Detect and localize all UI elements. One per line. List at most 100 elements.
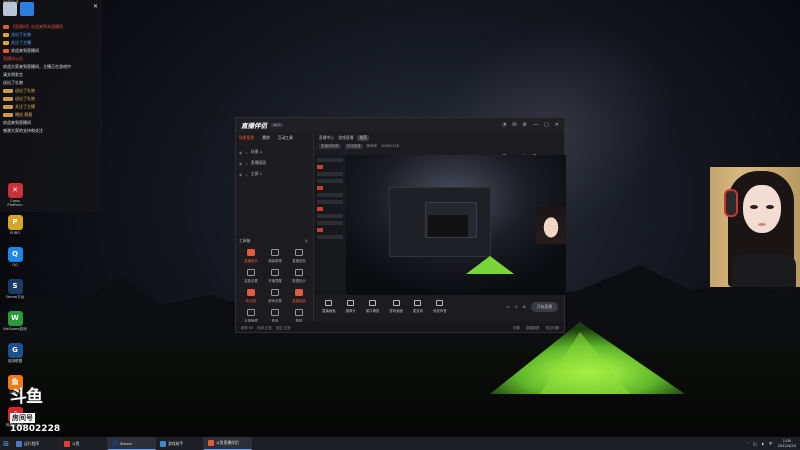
tool-label: 直播抽奖 (292, 299, 306, 303)
maximize-icon[interactable]: ▢ (544, 122, 549, 128)
footer-link[interactable]: 设置 (513, 325, 520, 330)
desktop-shortcut-label: Cross Platform (7, 199, 23, 207)
headphones (724, 189, 738, 217)
toolbox-settings-icon[interactable]: ◎ (305, 238, 308, 243)
chat-message-text: 送出了礼物 (3, 80, 23, 85)
tool-icon (271, 309, 279, 316)
desktop-shortcut[interactable]: W WeGame游戏 (2, 311, 28, 332)
taskbar-item[interactable]: Steam (108, 437, 156, 450)
desktop-shortcut[interactable]: G 英雄联盟 (2, 343, 28, 364)
user-level-badge (3, 89, 13, 93)
close-icon[interactable]: ✕ (555, 122, 559, 128)
gear-icon[interactable]: ⚙ (523, 305, 526, 309)
desktop-shortcut[interactable]: S Steam平台 (2, 279, 28, 300)
user-level-badge (3, 105, 13, 109)
tool-camera[interactable]: 摄像头 (346, 300, 356, 313)
settings-icon[interactable]: ⚙ (523, 122, 527, 128)
lock-icon[interactable]: ▫ (245, 161, 248, 166)
tool-item[interactable]: 开播提醒 (263, 269, 287, 283)
tool-item[interactable]: 直播回放 (287, 249, 311, 263)
tool-window-icon (369, 300, 377, 306)
ime-icon[interactable]: 中 (769, 441, 773, 447)
live-preview-canvas[interactable] (314, 155, 566, 295)
chat-message-text: 送出了礼物 (15, 88, 35, 93)
taskbar: ⊞ 运行程序 斗鱼 Steam 游戏助手 斗鱼直播伴侣 ˄ ◫ ◖ 中 1:08 202… (0, 437, 800, 450)
room-info-item[interactable]: 游戏直播 (344, 144, 363, 149)
record-icon[interactable]: ◎ (515, 305, 518, 309)
network-icon[interactable]: ◫ (753, 441, 757, 446)
webcam-overlay (710, 167, 800, 287)
camera-icon[interactable]: ▭ (507, 305, 510, 309)
scene-item[interactable]: ◉ ▫ 直播画面 (239, 160, 310, 166)
taskbar-item[interactable]: 斗鱼直播伴侣 (204, 437, 252, 450)
volume-icon[interactable]: ◖ (762, 441, 764, 446)
tool-item[interactable]: 数据统计 (287, 269, 311, 283)
chat-message-text: 送出了礼物 (15, 96, 35, 101)
chat-message-text: 赠送 稳稳 (15, 112, 33, 117)
tool-label: 粉丝团 (245, 299, 257, 303)
preview-nested-preview (428, 215, 468, 237)
tab-0[interactable]: 场景管理 (239, 135, 254, 141)
chat-message-text: 感谢大家的支持和关注 (3, 128, 43, 133)
windows-start-icon[interactable]: ⊞ (0, 440, 12, 448)
chat-message: 送出了礼物 (3, 80, 99, 86)
desktop-shortcut[interactable]: Q QQ (2, 247, 28, 267)
pubg-icon: P (7, 215, 23, 230)
status-footer: 帧率 60 码率 正常 延迟 正常 设置 直播数据 常见问题 (236, 322, 564, 332)
tool-item[interactable]: 帮助 (287, 309, 311, 323)
tool-screen[interactable]: 直播画面 (322, 300, 336, 313)
tool-item[interactable]: 粉丝团 (239, 289, 263, 303)
user-level-badge (3, 49, 9, 53)
eye-icon[interactable]: ◉ (239, 161, 242, 166)
version-badge[interactable]: 6.0 (271, 123, 283, 127)
live-tab-2[interactable]: 推荐 (357, 135, 369, 141)
tool-item[interactable]: 直播助手 (239, 249, 263, 263)
footer-link[interactable]: 常见问题 (545, 325, 559, 330)
minimize-icon[interactable]: — (533, 122, 538, 128)
eye-icon[interactable]: ◉ (239, 172, 242, 177)
wegame-icon: W (7, 311, 23, 326)
tool-item[interactable]: 更多 (263, 309, 287, 323)
taskbar-item-label: Steam (120, 440, 133, 446)
scene-item[interactable]: ◉ ▫ 场景 1 (239, 149, 310, 155)
tool-icon (295, 269, 303, 276)
tool-item[interactable]: 弹幕管理 (263, 249, 287, 263)
tool-mic-icon (414, 300, 422, 306)
scene-item[interactable]: ◉ ▫ 主屏 1 (239, 171, 310, 177)
tab-1[interactable]: 素材 (262, 135, 270, 141)
lock-icon[interactable]: ▫ (245, 150, 248, 155)
scene-label: 场景 1 (250, 149, 263, 154)
tool-window[interactable]: 窗口捕捉 (366, 300, 379, 313)
tool-mic[interactable]: 麦克风 (413, 300, 423, 313)
chevron-up-icon[interactable]: ˄ (746, 441, 748, 446)
tool-item[interactable]: 直播抽奖 (287, 289, 311, 303)
start-live-button[interactable]: 开始直播 (530, 301, 558, 312)
tool-icon (295, 289, 303, 296)
live-tab-0[interactable]: 直播中心 (319, 135, 334, 141)
tool-item[interactable]: 高能设置 (239, 269, 263, 283)
footer-link[interactable]: 直播数据 (526, 325, 540, 330)
eye-icon[interactable]: ◉ (239, 150, 242, 155)
lol-icon: G (7, 343, 23, 358)
clock[interactable]: 1:08 2022/4/20 (778, 439, 796, 448)
mail-icon[interactable]: ✉ (512, 122, 516, 128)
taskbar-item[interactable]: 斗鱼 (60, 437, 108, 450)
room-info-item[interactable]: 直播间标题 (319, 144, 341, 149)
desktop-shortcut[interactable]: P PUBG (2, 215, 28, 235)
tab-2[interactable]: 互动工具 (278, 135, 293, 141)
tool-item[interactable]: 礼物管理 (239, 309, 263, 323)
preview-tent (466, 256, 514, 274)
desktop-shortcut[interactable]: ✕ Cross Platform (2, 183, 28, 207)
skin-icon[interactable]: ◔ (502, 122, 506, 128)
chat-message-text: 欢迎来到直播间 (3, 120, 31, 125)
live-tab-1[interactable]: 游戏直播 (338, 135, 353, 141)
lock-icon[interactable]: ▫ (245, 172, 248, 177)
chat-message: 赠送 稳稳 (3, 112, 99, 118)
taskbar-item[interactable]: 游戏助手 (156, 437, 204, 450)
toolbar-label: 麦克风 (412, 309, 424, 313)
tool-sound[interactable]: 系统声音 (433, 300, 447, 313)
close-icon[interactable]: ✕ (93, 4, 98, 10)
tool-item[interactable]: 房间设置 (263, 289, 287, 303)
tool-game[interactable]: 游戏画面 (389, 300, 403, 313)
taskbar-item[interactable]: 运行程序 (12, 437, 60, 450)
